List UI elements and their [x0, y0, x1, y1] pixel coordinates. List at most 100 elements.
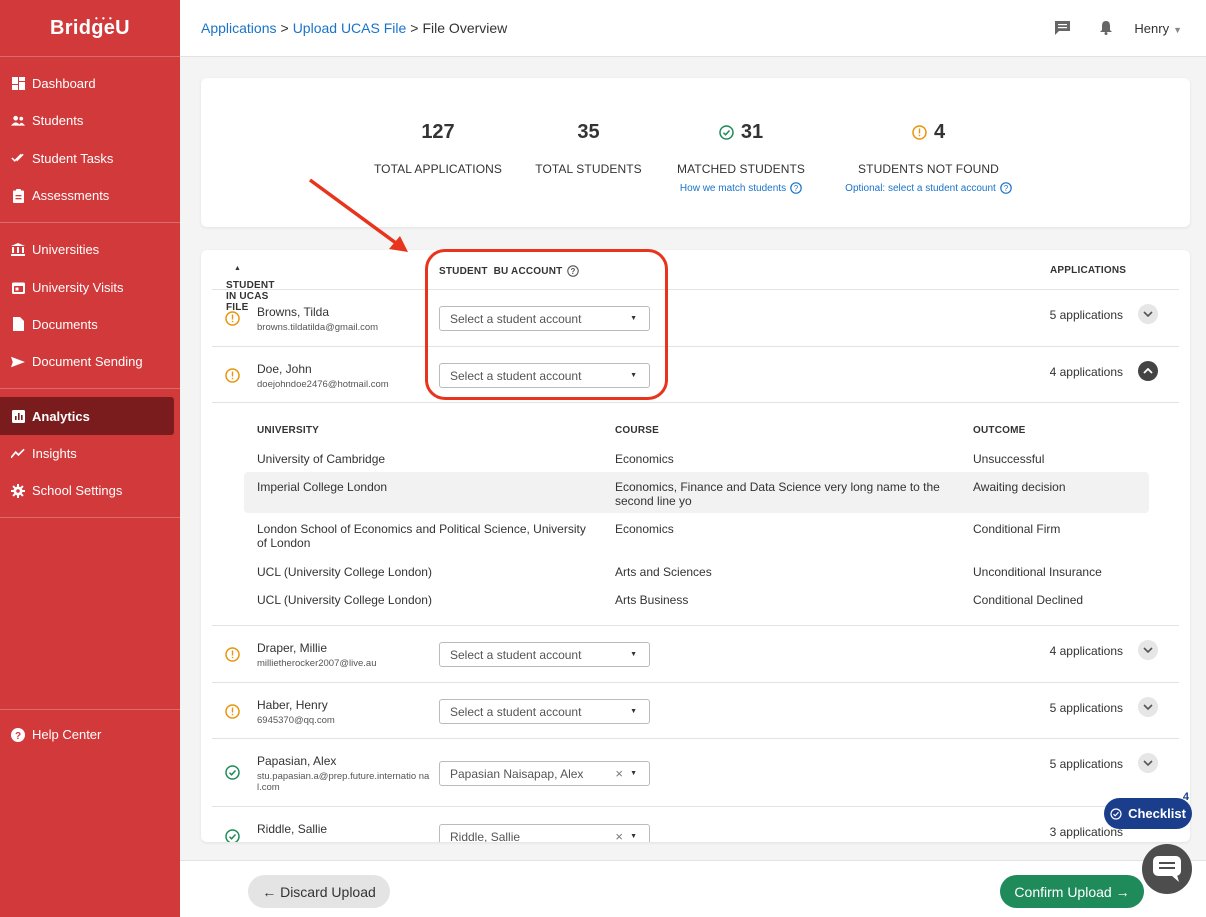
stat-matched-students: 31 MATCHED STUDENTS How we match student… [671, 120, 811, 194]
sidebar-item-analytics[interactable]: Analytics [0, 397, 174, 435]
application-row: Imperial College London Economics, Finan… [244, 472, 1149, 513]
table-row: Papasian, Alex stu.papasian.a@prep.futur… [212, 739, 1179, 807]
student-name: Browns, Tilda [257, 305, 330, 319]
student-email: millietherocker2007@live.au [257, 658, 377, 669]
dashboard-icon [11, 77, 25, 91]
bell-icon[interactable] [1100, 21, 1113, 35]
svg-text:?: ? [571, 267, 576, 276]
clear-icon[interactable]: × [615, 829, 623, 842]
select-student-account-link[interactable]: Optional: select a student account? [841, 182, 1016, 194]
student-email: browns.tildatilda@gmail.com [257, 322, 379, 333]
expand-button[interactable] [1138, 640, 1158, 660]
top-bar: Applications > Upload UCAS File > File Overv… [180, 0, 1206, 57]
chat-button[interactable] [1142, 844, 1192, 894]
svg-text:?: ? [1004, 184, 1009, 193]
stat-total-students: 35 TOTAL STUDENTS [535, 120, 642, 177]
breadcrumb-upload-ucas-file[interactable]: Upload UCAS File [293, 20, 407, 36]
check-circle-icon [225, 765, 240, 780]
send-icon [11, 355, 25, 369]
stat-total-applications: 127 TOTAL APPLICATIONS [373, 120, 503, 177]
table-row: Browns, Tilda browns.tildatilda@gmail.co… [212, 290, 1179, 347]
account-column-header: STUDENT BU ACCOUNT? [439, 265, 580, 277]
warning-circle-icon [225, 311, 240, 326]
sidebar-item-documents[interactable]: Documents [0, 306, 180, 343]
collapse-button[interactable] [1138, 361, 1158, 381]
application-row: London School of Economics and Political… [257, 522, 1061, 550]
checklist-button[interactable]: Checklist 4 [1104, 791, 1192, 829]
applications-count: 4 applications [1049, 365, 1123, 379]
sidebar-item-dashboard[interactable]: Dashboard [0, 65, 180, 102]
student-account-select[interactable]: Select a student account ▼ [439, 699, 650, 724]
applications-count: 5 applications [1049, 701, 1123, 715]
insights-icon [11, 446, 25, 460]
stat-students-not-found: 4 STUDENTS NOT FOUND Optional: select a … [841, 120, 1016, 194]
bridgeu-logo[interactable]: • • • BridgeU [0, 0, 180, 57]
applications-count: 5 applications [1049, 308, 1123, 322]
caret-down-icon: ▼ [630, 315, 637, 322]
sidebar-item-insights[interactable]: Insights [0, 435, 180, 472]
expand-button[interactable] [1138, 753, 1158, 773]
applications-count: 4 applications [1049, 644, 1123, 658]
application-row: University of Cambridge Economics Unsucc… [257, 452, 1045, 466]
check-circle-icon [719, 124, 734, 140]
summary-card: 127 TOTAL APPLICATIONS 35 TOTAL STUDENTS… [201, 78, 1190, 227]
sidebar-item-students[interactable]: Students [0, 102, 180, 139]
application-row: UCL (University College London) Arts and… [257, 565, 1102, 579]
analytics-icon [11, 409, 25, 423]
help-circle-icon: ? [1000, 182, 1012, 194]
student-account-select[interactable]: Papasian Naisapap, Alex × ▼ [439, 761, 650, 786]
student-name: Doe, John [257, 362, 312, 376]
sidebar-item-universities[interactable]: Universities [0, 231, 180, 268]
warning-circle-icon [912, 124, 927, 140]
student-email: stu.papasian.a@prep.future.internatio na… [257, 771, 430, 793]
student-account-select[interactable]: Select a student account ▼ [439, 306, 650, 331]
applications-count: 5 applications [1049, 757, 1123, 771]
footer-bar: ← Discard Upload Confirm Upload → [180, 860, 1206, 917]
student-name: Draper, Millie [257, 641, 328, 655]
chevron-down-icon [1143, 704, 1153, 710]
how-we-match-link[interactable]: How we match students? [671, 182, 811, 194]
sidebar-item-university-visits[interactable]: University Visits [0, 268, 180, 305]
student-name: Riddle, Sallie [257, 822, 328, 836]
sidebar-item-student-tasks[interactable]: Student Tasks [0, 140, 180, 177]
student-account-select[interactable]: Select a student account ▼ [439, 363, 650, 388]
student-name: Papasian, Alex [257, 754, 337, 768]
document-icon [11, 317, 25, 332]
help-circle-icon: ? [790, 182, 802, 194]
warning-circle-icon [225, 368, 240, 383]
chevron-up-icon [1143, 368, 1153, 374]
student-account-select[interactable]: Riddle, Sallie × ▼ [439, 824, 650, 842]
student-account-select[interactable]: Select a student account ▼ [439, 642, 650, 667]
help-circle-icon[interactable]: ? [567, 265, 580, 277]
help-center-link[interactable]: ? Help Center [0, 716, 180, 753]
expand-button[interactable] [1138, 697, 1158, 717]
table-row: Draper, Millie millietherocker2007@live.… [212, 626, 1179, 683]
sidebar-item-document-sending[interactable]: Document Sending [0, 343, 180, 380]
clear-icon[interactable]: × [615, 766, 623, 781]
sidebar: • • • BridgeU Dashboard Students Student… [0, 0, 180, 917]
breadcrumb-applications[interactable]: Applications [201, 20, 277, 36]
caret-down-icon: ▼ [630, 833, 637, 840]
student-email: doejohndoe2476@hotmail.com [257, 379, 389, 390]
user-menu[interactable]: Henry ▼ [1134, 21, 1182, 36]
check-circle-icon [225, 829, 240, 842]
breadcrumb: Applications > Upload UCAS File > File Overv… [201, 20, 508, 36]
discard-upload-button[interactable]: ← Discard Upload [248, 875, 390, 908]
caret-down-icon: ▼ [630, 770, 637, 777]
expand-button[interactable] [1138, 304, 1158, 324]
clipboard-icon [11, 188, 25, 203]
confirm-upload-button[interactable]: Confirm Upload → [1000, 875, 1144, 908]
sort-student-column[interactable]: STUDENT IN UCAS FILE ▲ [226, 265, 274, 313]
table-header: STUDENT IN UCAS FILE ▲ STUDENT BU ACCOUNT… [212, 250, 1179, 313]
university-icon [11, 243, 25, 257]
application-row: UCL (University College London) Arts Bus… [257, 593, 1084, 607]
table-row: Haber, Henry 6945370@qq.com Select a stu… [212, 683, 1179, 739]
student-email: 6945370@qq.com [257, 715, 335, 726]
chevron-down-icon: ▼ [1173, 24, 1182, 35]
messages-icon[interactable] [1055, 21, 1071, 35]
student-name: Haber, Henry [257, 698, 328, 712]
sidebar-item-assessments[interactable]: Assessments [0, 177, 180, 214]
sidebar-item-school-settings[interactable]: School Settings [0, 472, 180, 509]
breadcrumb-current: File Overview [422, 20, 508, 36]
chevron-down-icon [1143, 647, 1153, 653]
